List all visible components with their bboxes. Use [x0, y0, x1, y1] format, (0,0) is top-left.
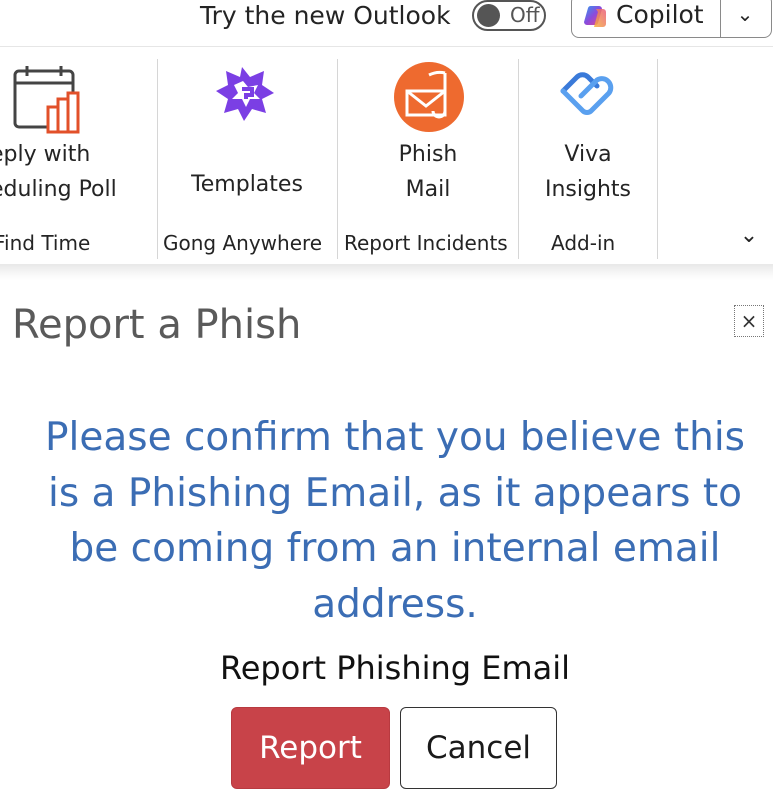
templates-label: Templates	[191, 172, 303, 197]
new-outlook-toggle[interactable]: Off	[472, 0, 546, 31]
ribbon-expand-chevron-icon[interactable]: ⌄	[734, 221, 764, 251]
cancel-button[interactable]: Cancel	[400, 707, 557, 789]
ribbon-separator	[657, 59, 658, 259]
close-button[interactable]: ×	[734, 305, 764, 337]
top-bar: Try the new Outlook Off Copilot ⌄	[0, 0, 773, 46]
ribbon-group-find-time: eply with eduling Poll Find Time	[0, 47, 157, 259]
calendar-chart-icon	[13, 66, 80, 134]
group-name-report-incidents: Report Incidents	[344, 231, 508, 255]
templates-button[interactable]: Templates	[158, 47, 336, 217]
group-name-find-time: Find Time	[0, 231, 91, 255]
copilot-button[interactable]: Copilot ⌄	[571, 0, 772, 38]
gong-templates-icon	[216, 67, 274, 121]
phish-label-line1: Phish	[398, 142, 458, 167]
reply-with-label-line1: eply with	[0, 142, 91, 167]
confirmation-message: Please confirm that you believe this is …	[45, 415, 745, 627]
report-button[interactable]: Report	[231, 707, 390, 789]
ribbon-shadow	[0, 264, 773, 280]
dialog-title: Report a Phish	[12, 302, 302, 348]
reply-with-scheduling-poll-button[interactable]: eply with eduling Poll	[0, 47, 157, 217]
chevron-down-icon[interactable]: ⌄	[730, 0, 760, 29]
toggle-knob	[477, 4, 500, 27]
outlook-window: Try the new Outlook Off Copilot ⌄ eply w…	[0, 0, 773, 800]
ribbon: eply with eduling Poll Find Time Templat…	[0, 46, 773, 269]
viva-insights-button[interactable]: Viva Insights	[519, 47, 657, 217]
phish-mail-button[interactable]: Phish Mail	[338, 47, 518, 217]
ribbon-group-add-in: Viva Insights Add-in	[519, 47, 657, 259]
toggle-state-label: Off	[510, 3, 540, 27]
phish-mail-icon	[394, 62, 464, 132]
phish-label-line2: Mail	[405, 177, 451, 202]
try-new-outlook-label: Try the new Outlook	[200, 1, 451, 30]
ribbon-group-report-incidents: Phish Mail Report Incidents	[338, 47, 518, 259]
group-name-add-in: Add-in	[551, 231, 616, 255]
report-phishing-heading: Report Phishing Email	[219, 649, 571, 687]
reply-with-label-line2: eduling Poll	[0, 177, 117, 202]
viva-label-line2: Insights	[544, 177, 631, 202]
copilot-icon	[584, 5, 606, 27]
group-name-gong-anywhere: Gong Anywhere	[163, 231, 323, 255]
viva-label-line1: Viva	[564, 142, 612, 167]
ribbon-group-gong-anywhere: Templates Gong Anywhere	[158, 47, 336, 259]
copilot-label: Copilot	[616, 0, 704, 29]
viva-insights-icon	[560, 72, 614, 115]
copilot-divider	[720, 0, 721, 37]
